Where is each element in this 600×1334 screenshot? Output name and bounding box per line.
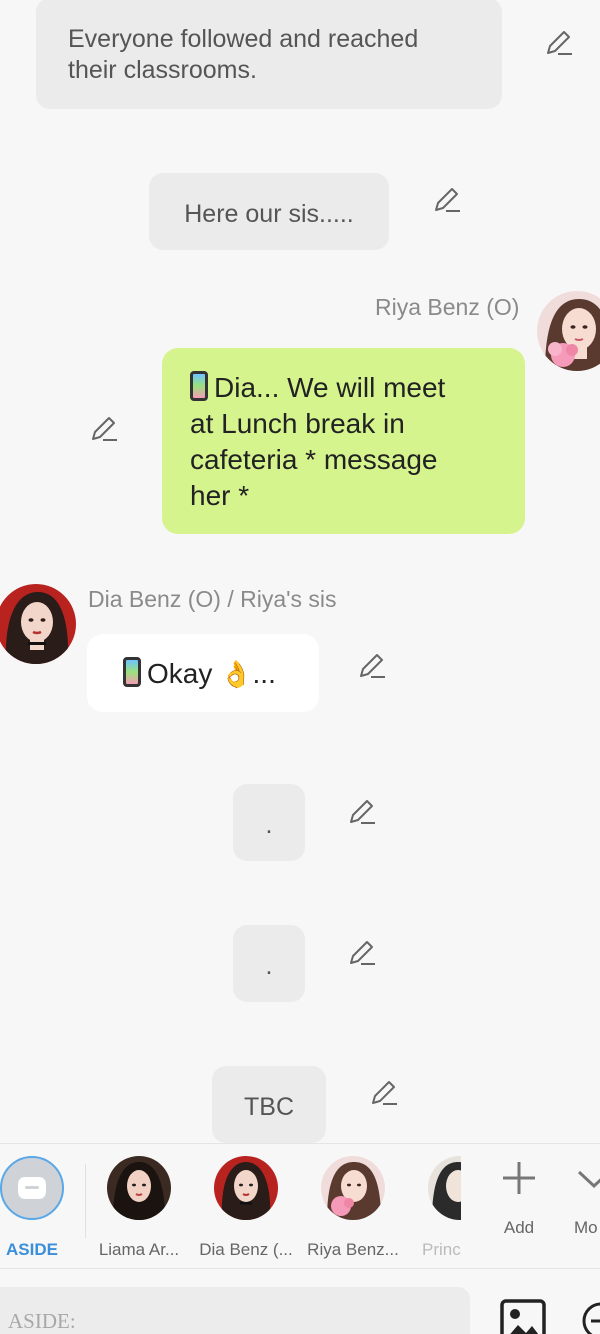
avatar[interactable] xyxy=(537,291,600,371)
composer: ASIDE: xyxy=(0,1268,600,1334)
pencil-icon[interactable] xyxy=(544,27,574,57)
add-character-button[interactable]: Add xyxy=(490,1158,548,1238)
character-label: Dia Benz (... xyxy=(199,1240,293,1259)
speaker-name: Dia Benz (O) / Riya's sis xyxy=(88,586,337,612)
phone-icon xyxy=(190,371,208,401)
avatar xyxy=(321,1156,385,1220)
message-input[interactable]: ASIDE: xyxy=(0,1287,470,1334)
narration-bubble: . xyxy=(233,925,305,1002)
pencil-icon[interactable] xyxy=(432,184,462,214)
message-line: at Lunch break in xyxy=(190,408,405,439)
message-line: Dia... We will meet xyxy=(190,370,505,406)
character-aside[interactable]: ASIDE xyxy=(0,1156,87,1260)
character-bar: ASIDE Liama Ar... Dia Benz (... Riya Ben… xyxy=(0,1143,600,1267)
avatar xyxy=(214,1156,278,1220)
narration-text: . xyxy=(265,952,273,980)
narration-text-line: their classrooms. xyxy=(68,56,257,84)
message-suffix: ... xyxy=(252,658,276,689)
pencil-icon[interactable] xyxy=(347,937,377,967)
message-text: Dia... We will meet xyxy=(214,372,446,403)
avatar xyxy=(428,1156,461,1220)
character-riya[interactable]: Riya Benz... xyxy=(298,1156,408,1260)
plus-icon xyxy=(503,1162,535,1194)
speaker-name: Riya Benz (O) xyxy=(375,294,520,320)
message-line: cafeteria * message xyxy=(190,444,438,475)
character-label: Riya Benz... xyxy=(307,1240,399,1259)
minus-circle-icon xyxy=(582,1302,600,1334)
avatar[interactable] xyxy=(0,584,76,664)
narration-text: Here our sis..... xyxy=(184,200,354,228)
character-princ[interactable]: Princ xyxy=(405,1156,461,1260)
message-bubble: Dia... We will meet at Lunch break in ca… xyxy=(162,348,525,534)
narration-bubble: Here our sis..... xyxy=(149,173,389,250)
more-button[interactable]: Mo xyxy=(574,1158,600,1238)
character-dia[interactable]: Dia Benz (... xyxy=(191,1156,301,1260)
ok-hand-icon: 👌 xyxy=(220,659,253,689)
character-label: ASIDE xyxy=(6,1240,58,1259)
message-line: her * xyxy=(190,480,250,511)
narration-text: . xyxy=(265,811,273,839)
aside-icon xyxy=(0,1156,64,1220)
character-liama[interactable]: Liama Ar... xyxy=(84,1156,194,1260)
add-label: Add xyxy=(503,1218,535,1237)
pencil-icon[interactable] xyxy=(347,796,377,826)
more-label: Mo xyxy=(574,1218,598,1237)
narration-text: TBC xyxy=(244,1093,294,1121)
pencil-icon[interactable] xyxy=(357,650,387,680)
character-label: Princ xyxy=(422,1240,461,1259)
narration-text-line: Everyone followed and reached xyxy=(68,25,419,53)
image-icon xyxy=(500,1299,546,1334)
message-bubble: Okay 👌... xyxy=(87,634,319,712)
avatar xyxy=(107,1156,171,1220)
image-button[interactable] xyxy=(500,1299,546,1334)
chevron-down-icon xyxy=(577,1170,600,1189)
phone-icon xyxy=(123,657,141,687)
pencil-icon[interactable] xyxy=(89,413,119,443)
character-label: Liama Ar... xyxy=(98,1240,180,1259)
remove-button[interactable] xyxy=(581,1301,600,1334)
narration-bubble: . xyxy=(233,784,305,861)
narration-bubble: TBC xyxy=(212,1066,326,1143)
message-text: Okay xyxy=(147,658,213,689)
pencil-icon[interactable] xyxy=(369,1077,399,1107)
narration-bubble: Everyone followed and reached their clas… xyxy=(36,0,502,109)
